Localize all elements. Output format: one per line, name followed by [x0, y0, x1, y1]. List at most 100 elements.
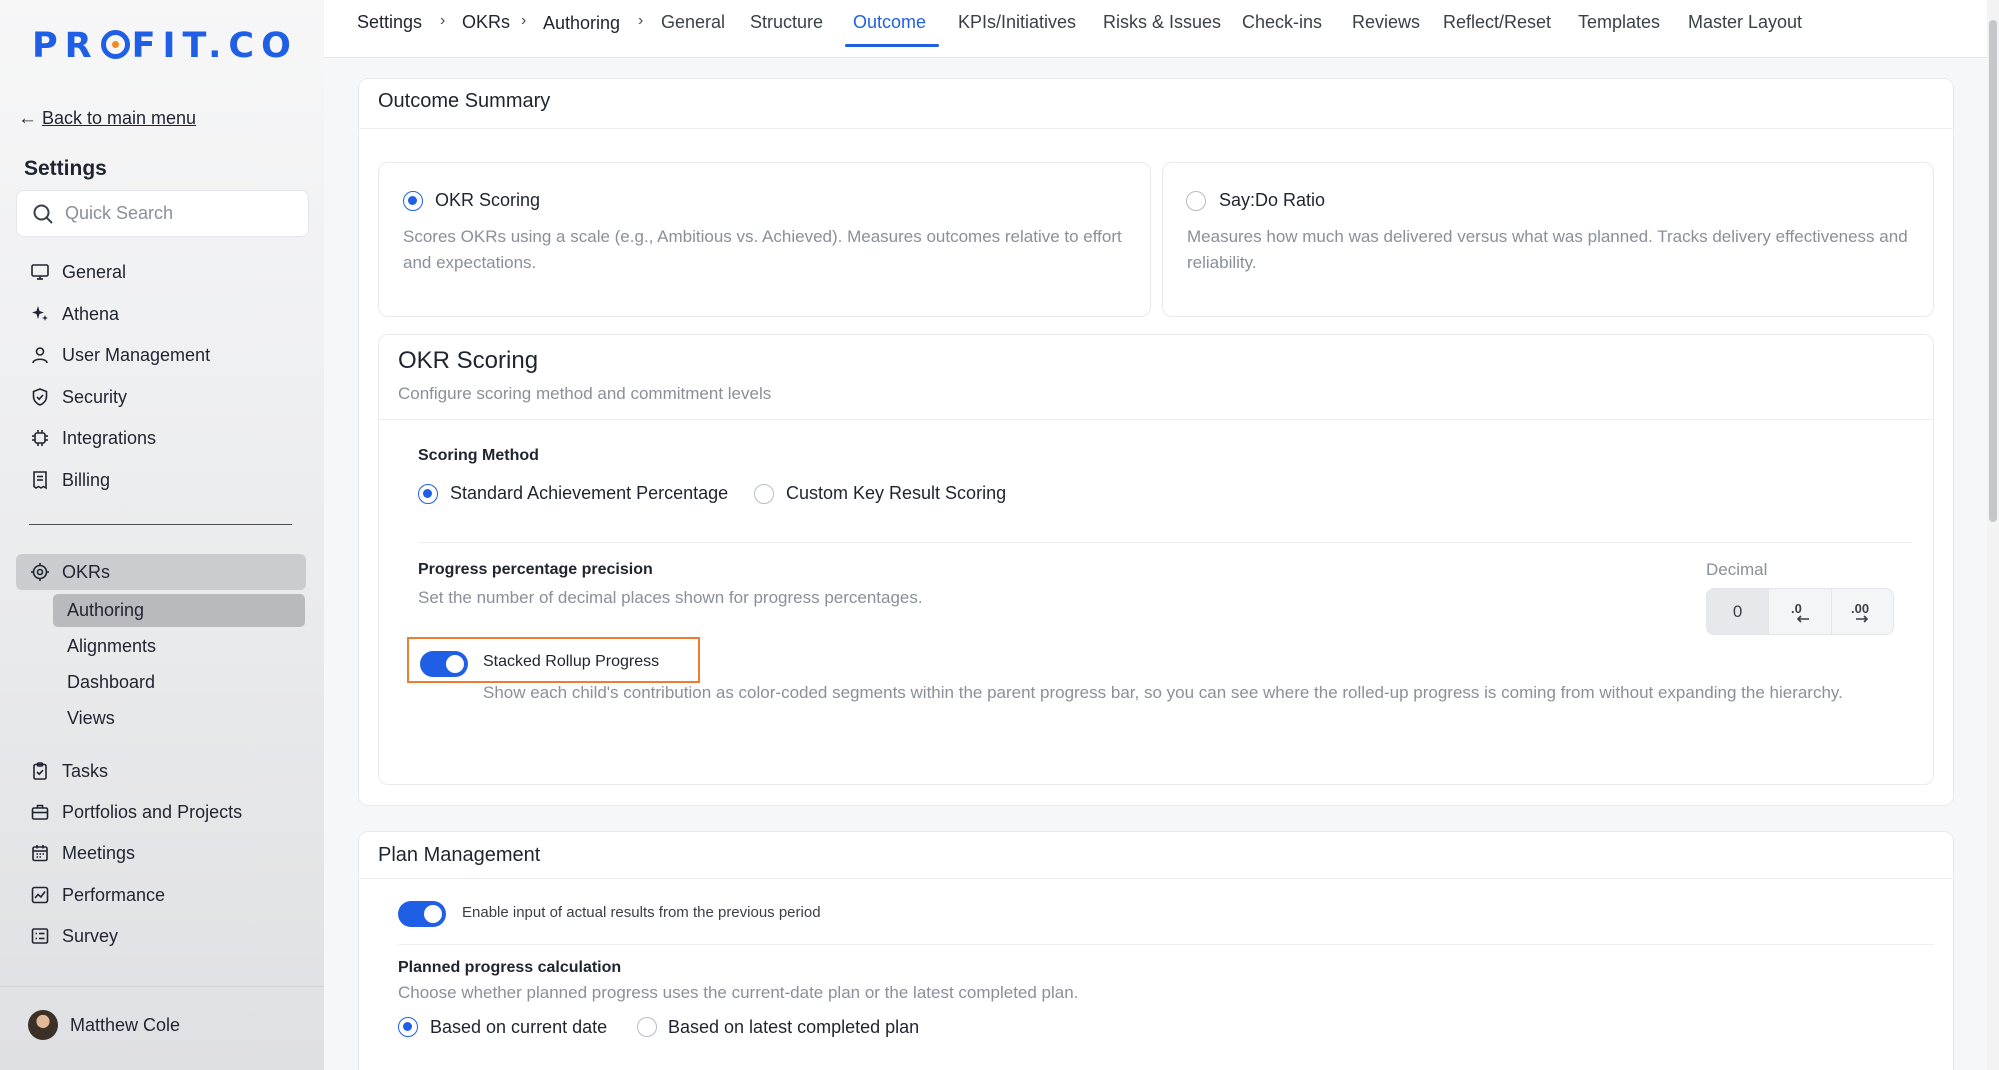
sidebar-item-okrs[interactable]: OKRs	[30, 557, 110, 587]
custom-kr-scoring-radio[interactable]	[754, 484, 774, 504]
sidebar-item-label: Portfolios and Projects	[62, 801, 243, 822]
sidebar-item-label: User Management	[62, 344, 211, 365]
sidebar-subitem-views[interactable]: Views	[67, 703, 115, 733]
tab-templates[interactable]: Templates	[1578, 12, 1660, 33]
based-on-latest-plan-radio[interactable]	[637, 1017, 657, 1037]
shield-icon	[32, 388, 48, 406]
sidebar-item-performance[interactable]: Performance	[30, 880, 165, 910]
search-icon	[33, 204, 53, 224]
card-header-divider	[359, 128, 1953, 129]
okr-scoring-option-description: Scores OKRs using a scale (e.g., Ambitio…	[403, 227, 1122, 272]
profit-co-logo[interactable]: PR FIT.CO	[32, 26, 298, 66]
sidebar-item-label: Tasks	[62, 760, 109, 781]
monitor-icon	[31, 264, 49, 280]
sidebar-item-user-management[interactable]: User Management	[30, 340, 210, 370]
sidebar-item-survey[interactable]: Survey	[30, 921, 118, 951]
scoring-section-divider	[418, 542, 1912, 543]
sidebar-item-athena[interactable]: Athena	[30, 299, 119, 329]
sidebar-item-billing[interactable]: Billing	[30, 465, 110, 495]
tab-reflect-reset[interactable]: Reflect/Reset	[1443, 12, 1551, 33]
sparkle-icon	[32, 306, 48, 321]
quick-search-input[interactable]	[65, 203, 305, 224]
sidebar-subitem-authoring[interactable]: Authoring	[67, 595, 144, 625]
clipboard-check-icon	[33, 762, 47, 780]
chip-icon	[32, 430, 48, 446]
increase-decimal-button[interactable]: .00	[1832, 589, 1893, 634]
sidebar-item-general[interactable]: General	[30, 257, 126, 287]
custom-kr-scoring-label[interactable]: Custom Key Result Scoring	[786, 483, 1006, 504]
receipt-icon	[33, 471, 47, 490]
sidebar-item-label: Athena	[62, 303, 120, 324]
breadcrumb-authoring[interactable]: Authoring	[543, 13, 620, 34]
plan-management-header-divider	[359, 878, 1953, 879]
sidebar-subitem-alignments[interactable]: Alignments	[67, 631, 156, 661]
arrow-left-icon: ←	[18, 108, 37, 129]
briefcase-icon	[31, 804, 49, 820]
precision-label: Progress percentage precision	[418, 561, 653, 578]
decimal-label: Decimal	[1706, 560, 1768, 579]
user-profile[interactable]: Matthew Cole	[28, 1010, 180, 1040]
decrease-decimal-icon: .0	[1791, 601, 1809, 623]
say-do-ratio-radio[interactable]	[1186, 191, 1206, 211]
logo-text-right: FIT.CO	[131, 26, 298, 66]
sidebar-item-portfolios-and-projects[interactable]: Portfolios and Projects	[30, 797, 242, 827]
plan-management-divider	[398, 944, 1934, 945]
based-on-latest-plan-label[interactable]: Based on latest completed plan	[668, 1017, 919, 1038]
increase-decimal-icon: .00	[1851, 601, 1869, 623]
tab-master-layout[interactable]: Master Layout	[1688, 12, 1802, 33]
sidebar-item-label: Performance	[62, 884, 166, 905]
back-link-label: Back to main menu	[42, 108, 197, 128]
tab-structure[interactable]: Structure	[750, 12, 823, 33]
sidebar-item-label: Meetings	[62, 842, 136, 863]
tab-kpis-initiatives[interactable]: KPIs/Initiatives	[958, 12, 1076, 33]
say-do-ratio-option-description: Measures how much was delivered versus w…	[1187, 227, 1908, 272]
breadcrumb-separator: ›	[440, 12, 446, 29]
say-do-ratio-option-label: Say:Do Ratio	[1219, 190, 1326, 210]
tab-outcome[interactable]: Outcome	[853, 12, 926, 33]
sidebar-item-label: Billing	[62, 469, 111, 490]
tab-risks-issues[interactable]: Risks & Issues	[1103, 12, 1221, 33]
sidebar-divider	[29, 524, 292, 525]
user-name: Matthew Cole	[70, 1014, 181, 1035]
based-on-current-date-radio[interactable]	[398, 1017, 418, 1037]
stacked-rollup-toggle[interactable]	[420, 651, 468, 677]
outcome-summary-title: Outcome Summary	[378, 90, 551, 112]
sidebar-item-integrations[interactable]: Integrations	[30, 423, 156, 453]
okr-scoring-subtitle: Configure scoring method and commitment …	[398, 384, 772, 403]
standard-achievement-radio[interactable]	[418, 484, 438, 504]
sidebar-item-security[interactable]: Security	[30, 382, 127, 412]
plan-management-title: Plan Management	[378, 844, 541, 866]
sidebar-item-label: Security	[62, 386, 128, 407]
sidebar-item-label: OKRs	[62, 561, 111, 582]
back-to-main-menu-link[interactable]: ← Back to main menu	[18, 108, 196, 130]
sidebar-item-tasks[interactable]: Tasks	[30, 756, 108, 786]
decimal-value[interactable]: 0	[1707, 589, 1770, 634]
tab-reviews[interactable]: Reviews	[1352, 12, 1420, 33]
planned-progress-label: Planned progress calculation	[398, 959, 622, 976]
tab-check-ins[interactable]: Check-ins	[1242, 12, 1322, 33]
avatar	[28, 1010, 58, 1040]
settings-heading: Settings	[24, 157, 107, 180]
okr-scoring-radio[interactable]	[403, 191, 423, 211]
based-on-current-date-label[interactable]: Based on current date	[430, 1017, 607, 1038]
quick-search[interactable]	[16, 190, 309, 237]
stacked-rollup-description: Show each child's contribution as color-…	[483, 683, 1843, 702]
user-icon	[32, 347, 48, 364]
decrease-decimal-button[interactable]: .0	[1769, 589, 1832, 634]
sidebar-subitem-dashboard[interactable]: Dashboard	[67, 667, 155, 697]
previous-period-toggle[interactable]	[398, 901, 446, 927]
precision-description: Set the number of decimal places shown f…	[418, 588, 923, 607]
breadcrumb-separator: ›	[521, 12, 527, 29]
top-navigation: Settings › OKRs › Authoring › General St…	[324, 0, 1990, 58]
logo-text-left: PR	[32, 26, 99, 66]
standard-achievement-label[interactable]: Standard Achievement Percentage	[450, 483, 728, 504]
sidebar-item-meetings[interactable]: Meetings	[30, 838, 135, 868]
previous-period-label: Enable input of actual results from the …	[462, 904, 821, 921]
page-scrollbar-thumb[interactable]	[1989, 20, 1997, 522]
breadcrumb-settings[interactable]: Settings	[357, 12, 422, 33]
sidebar: PR FIT.CO ←Back to main menu Settings Gen…	[0, 0, 324, 1070]
sidebar-item-label: Integrations	[62, 427, 157, 448]
svg-text:.0: .0	[1791, 601, 1802, 616]
tab-general[interactable]: General	[661, 12, 725, 33]
breadcrumb-okrs[interactable]: OKRs	[462, 12, 510, 33]
